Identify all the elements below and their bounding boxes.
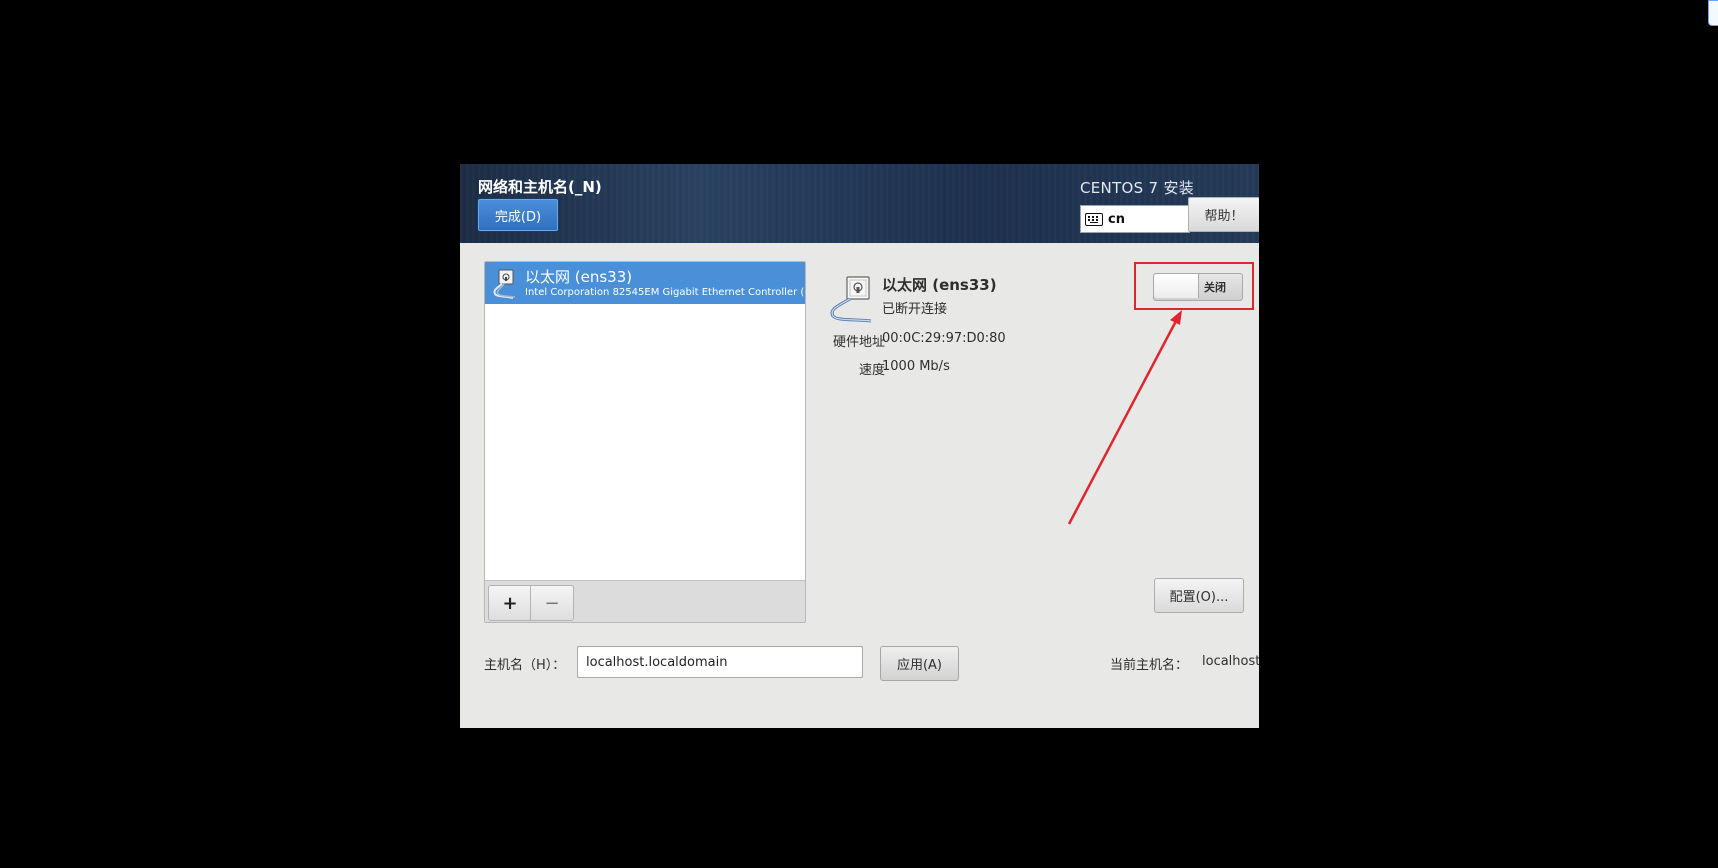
current-hostname-value: localhost [1202,654,1259,669]
list-item-ethernet-ens33[interactable]: 以太网 (ens33) Intel Corporation 82545EM Gi… [485,262,805,304]
add-device-button[interactable]: + [488,585,532,621]
window-corner-indicator [1708,0,1718,26]
keyboard-layout-value: cn [1108,211,1125,227]
hardware-address-label: 硬件地址 [832,335,885,350]
hostname-input[interactable] [577,646,863,678]
connection-status: 已断开连接 [882,302,948,317]
install-title: CENTOS 7 安装 [1080,179,1195,197]
device-description: Intel Corporation 82545EM Gigabit Ethern… [525,287,806,298]
ethernet-device-icon [830,276,872,323]
header-bar: 网络和主机名(_N) 完成(D) CENTOS 7 安装 cn 帮助！ [460,164,1259,243]
network-hostname-dialog: 网络和主机名(_N) 完成(D) CENTOS 7 安装 cn 帮助！ 以太网 … [460,164,1259,728]
done-button[interactable]: 完成(D) [478,199,558,231]
hostname-label: 主机名（H）： [484,658,566,673]
keyboard-layout-indicator[interactable]: cn [1080,205,1190,233]
detail-device-name: 以太网 (ens33) [882,276,997,294]
help-button[interactable]: 帮助！ [1188,197,1259,232]
remove-device-button[interactable]: − [530,585,574,621]
page-title: 网络和主机名(_N) [478,178,602,196]
annotation-highlight-box [1134,262,1254,310]
configure-button[interactable]: 配置(O)... [1154,578,1244,613]
speed-value: 1000 Mb/s [882,359,950,374]
list-toolbar: + − [485,580,805,622]
screen: 网络和主机名(_N) 完成(D) CENTOS 7 安装 cn 帮助！ 以太网 … [0,0,1718,868]
apply-button[interactable]: 应用(A) [880,646,959,681]
speed-label: 速度 [858,363,885,378]
device-list: 以太网 (ens33) Intel Corporation 82545EM Gi… [484,261,806,623]
device-name: 以太网 (ens33) [525,268,633,286]
ethernet-cable-icon [493,269,516,299]
keyboard-icon [1085,212,1103,226]
current-hostname-label: 当前主机名： [1110,658,1189,673]
hardware-address-value: 00:0C:29:97:D0:80 [882,331,1006,346]
